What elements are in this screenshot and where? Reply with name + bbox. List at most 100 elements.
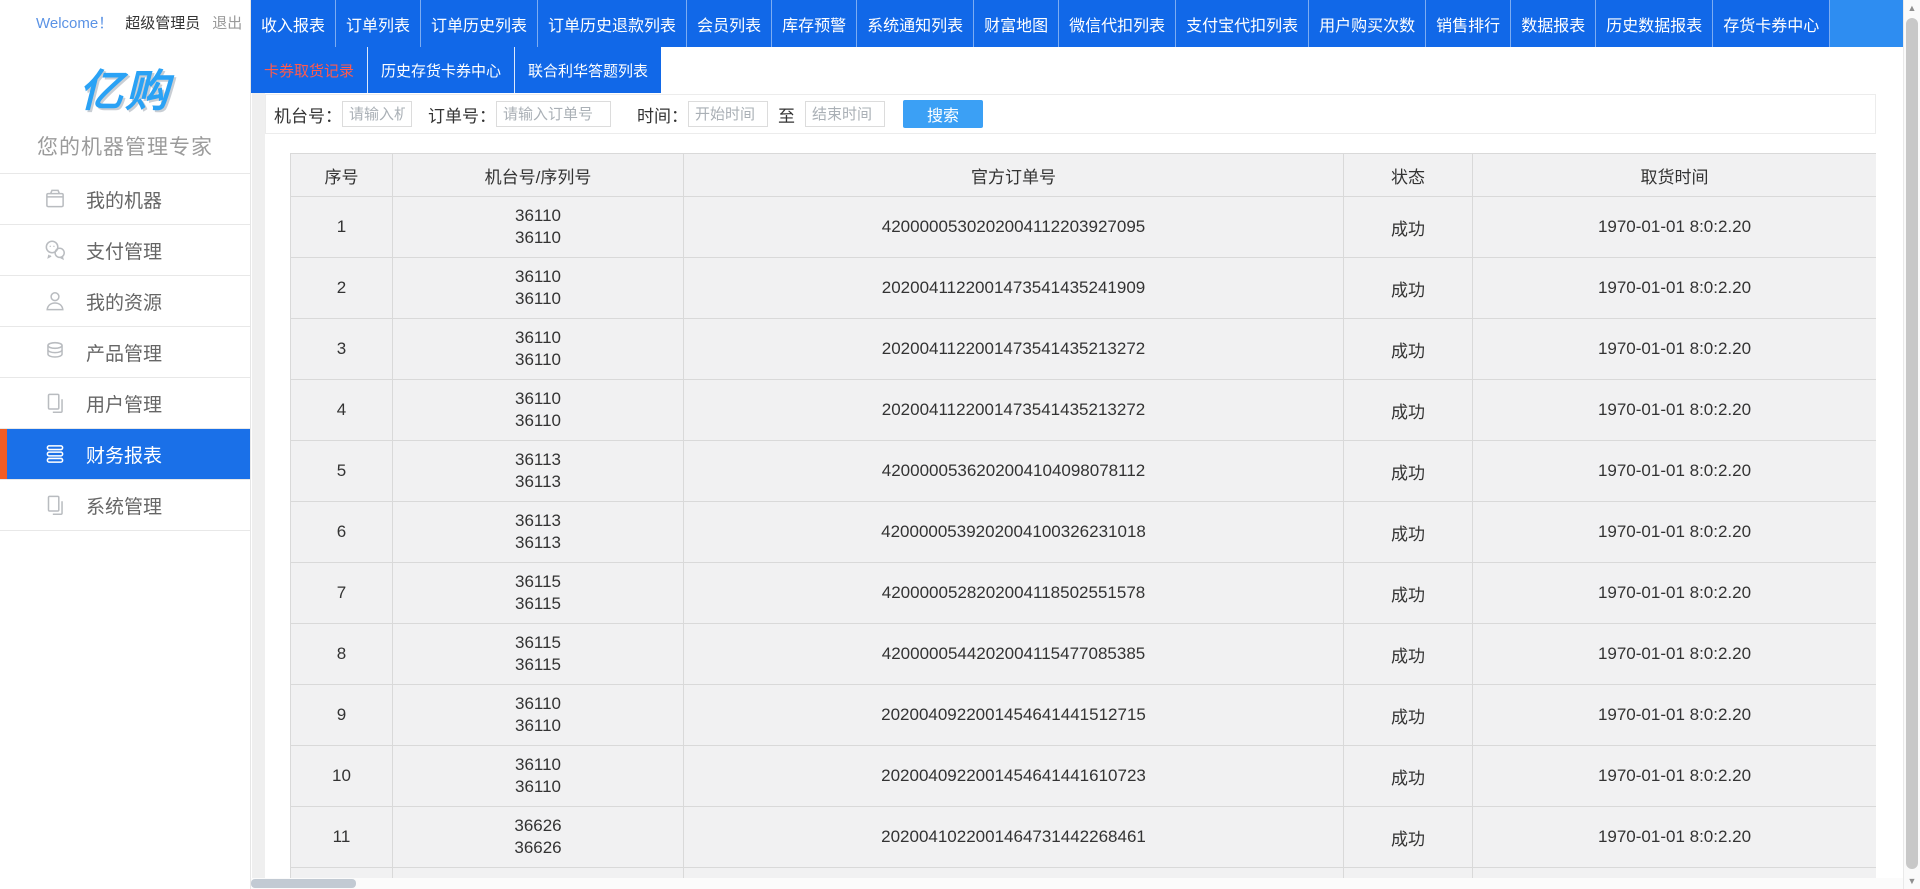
table-row: 136110361104200000530202004112203927095成… <box>291 197 1877 258</box>
user-pages-icon <box>42 390 68 416</box>
top-nav-tab-5[interactable]: 会员列表 <box>687 0 772 47</box>
cell-index: 3 <box>291 319 393 380</box>
top-nav-tab-9[interactable]: 微信代扣列表 <box>1059 0 1176 47</box>
cell-status: 成功 <box>1344 563 1473 624</box>
machine-no: 36115 <box>393 632 683 654</box>
top-nav-filler <box>1830 0 1903 47</box>
horizontal-scrollbar-thumb[interactable] <box>251 879 356 888</box>
machine-no: 36110 <box>393 327 683 349</box>
cell-status: 成功 <box>1344 685 1473 746</box>
cell-status: 成功 <box>1344 319 1473 380</box>
cell-index: 5 <box>291 441 393 502</box>
sidebar-item-1[interactable]: 我的机器 <box>0 174 250 225</box>
sidebar-item-5[interactable]: 用户管理 <box>0 378 250 429</box>
order-no-input[interactable] <box>496 101 611 127</box>
sidebar-item-7[interactable]: 系统管理 <box>0 480 250 531</box>
logout-link[interactable]: 退出 <box>212 12 242 33</box>
cell-machine-serial: 3611036110 <box>393 197 684 258</box>
top-nav-tab-8[interactable]: 财富地图 <box>974 0 1059 47</box>
cell-pickup-time: 1970-01-01 8:0:2.20 <box>1473 685 1877 746</box>
machine-no: 36110 <box>393 693 683 715</box>
finance-list-icon <box>42 441 68 467</box>
top-nav-tab-7[interactable]: 系统通知列表 <box>857 0 974 47</box>
cell-index: 11 <box>291 807 393 868</box>
cell-pickup-time: 1970-01-01 8:0:2.20 <box>1473 624 1877 685</box>
cell-clipped <box>393 868 684 879</box>
cell-official-order-no: 4200000536202004104098078112 <box>684 441 1344 502</box>
cell-status: 成功 <box>1344 197 1473 258</box>
sidebar-item-2[interactable]: 支付管理 <box>0 225 250 276</box>
sub-nav-tab-1[interactable]: 卡券取货记录 <box>251 47 367 93</box>
machine-no: 36113 <box>393 449 683 471</box>
top-nav-tab-14[interactable]: 历史数据报表 <box>1596 0 1713 47</box>
cell-official-order-no: 2020040922001454641441512715 <box>684 685 1344 746</box>
cell-official-order-no: 2020041122001473541435213272 <box>684 380 1344 441</box>
top-nav-tab-4[interactable]: 订单历史退款列表 <box>538 0 687 47</box>
brand-logo: 亿购 <box>0 55 250 119</box>
machine-no: 36110 <box>393 266 683 288</box>
top-nav-tab-10[interactable]: 支付宝代扣列表 <box>1176 0 1309 47</box>
machine-no: 36110 <box>393 388 683 410</box>
sidebar-item-4[interactable]: 产品管理 <box>0 327 250 378</box>
column-header-1: 序号 <box>291 154 393 197</box>
column-header-3: 官方订单号 <box>684 154 1344 197</box>
table-row: 1136626366262020041022001464731442268461… <box>291 807 1877 868</box>
end-time-input[interactable] <box>805 101 885 127</box>
top-nav-tab-2[interactable]: 订单列表 <box>336 0 421 47</box>
welcome-text: Welcome！ <box>36 12 113 33</box>
cell-clipped <box>291 868 393 879</box>
sidebar-item-3[interactable]: 我的资源 <box>0 276 250 327</box>
cell-pickup-time: 1970-01-01 8:0:2.20 <box>1473 441 1877 502</box>
cell-machine-serial: 3611036110 <box>393 319 684 380</box>
table-row: 1036110361102020040922001454641441610723… <box>291 746 1877 807</box>
cell-machine-serial: 3611036110 <box>393 746 684 807</box>
vertical-scrollbar[interactable]: ▲ ▼ <box>1903 0 1920 889</box>
top-nav-tab-13[interactable]: 数据报表 <box>1511 0 1596 47</box>
payment-chat-icon <box>42 237 68 263</box>
sidebar-item-6[interactable]: 财务报表 <box>0 429 250 480</box>
sub-nav-tab-2[interactable]: 历史存货卡券中心 <box>367 47 514 93</box>
table-row: 436110361102020041122001473541435213272成… <box>291 380 1877 441</box>
cell-pickup-time: 1970-01-01 8:0:2.20 <box>1473 502 1877 563</box>
cell-status: 成功 <box>1344 380 1473 441</box>
serial-no: 36115 <box>393 593 683 615</box>
cell-index: 2 <box>291 258 393 319</box>
cell-status: 成功 <box>1344 441 1473 502</box>
top-nav-tab-6[interactable]: 库存预警 <box>772 0 857 47</box>
vertical-scrollbar-thumb[interactable] <box>1906 18 1918 869</box>
machine-no: 36110 <box>393 205 683 227</box>
search-button[interactable]: 搜索 <box>903 100 983 128</box>
card-pickup-table: 序号机台号/序列号官方订单号状态取货时间 1361103611042000005… <box>290 153 1876 878</box>
cell-official-order-no: 4200000528202004118502551578 <box>684 563 1344 624</box>
machine-box-icon <box>42 186 68 212</box>
top-nav-tab-12[interactable]: 销售排行 <box>1426 0 1511 47</box>
table-row: 236110361102020041122001473541435241909成… <box>291 258 1877 319</box>
machine-no-input[interactable] <box>342 101 412 127</box>
start-time-input[interactable] <box>688 101 768 127</box>
top-nav-tab-11[interactable]: 用户购买次数 <box>1309 0 1426 47</box>
top-nav-tab-15[interactable]: 存货卡券中心 <box>1713 0 1830 47</box>
top-nav-tab-3[interactable]: 订单历史列表 <box>421 0 538 47</box>
user-role: 超级管理员 <box>125 12 200 33</box>
scroll-up-arrow-icon[interactable]: ▲ <box>1904 0 1920 16</box>
to-label: 至 <box>778 102 795 127</box>
sub-nav-tab-3[interactable]: 联合利华答题列表 <box>514 47 661 93</box>
table-header-row: 序号机台号/序列号官方订单号状态取货时间 <box>291 154 1877 197</box>
table-row-partial <box>291 868 1877 879</box>
scroll-down-arrow-icon[interactable]: ▼ <box>1904 873 1920 889</box>
table-row: 736115361154200000528202004118502551578成… <box>291 563 1877 624</box>
cell-status: 成功 <box>1344 746 1473 807</box>
cell-machine-serial: 3662636626 <box>393 807 684 868</box>
table-row: 636113361134200000539202004100326231018成… <box>291 502 1877 563</box>
table-row: 336110361102020041122001473541435213272成… <box>291 319 1877 380</box>
serial-no: 36115 <box>393 654 683 676</box>
column-header-2: 机台号/序列号 <box>393 154 684 197</box>
table-row: 836115361154200000544202004115477085385成… <box>291 624 1877 685</box>
order-no-label: 订单号： <box>428 102 496 127</box>
product-database-icon <box>42 339 68 365</box>
sub-nav-bar: 卡券取货记录历史存货卡券中心联合利华答题列表 <box>251 47 661 93</box>
horizontal-scrollbar[interactable] <box>251 878 1903 889</box>
search-form: 机台号： 订单号： 时间： 至 搜索 <box>265 94 1876 134</box>
top-nav-tab-1[interactable]: 收入报表 <box>251 0 336 47</box>
content-gutter <box>252 47 265 889</box>
